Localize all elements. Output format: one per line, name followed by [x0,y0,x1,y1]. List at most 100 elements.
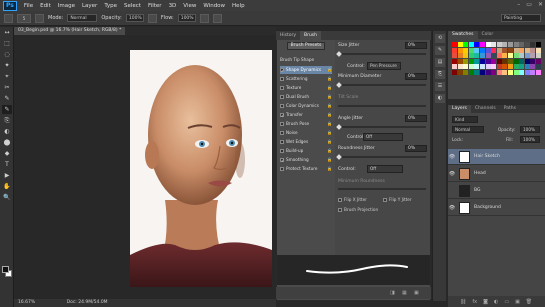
menu-filter[interactable]: Filter [148,3,162,9]
color-swatch[interactable] [485,42,491,47]
color-swatch[interactable] [491,47,497,53]
color-swatch[interactable] [524,64,530,70]
airbrush-icon[interactable] [199,13,209,23]
color-swatch[interactable] [519,47,525,53]
color-swatch[interactable] [513,53,519,59]
color-swatch[interactable] [524,58,530,64]
crop-tool-icon[interactable]: ⌖ [2,72,12,81]
quick-select-tool-icon[interactable]: ✦ [2,61,12,70]
blend-mode-select[interactable]: Normal [452,126,484,133]
adjustments-panel-icon[interactable]: ◐ [435,94,445,103]
color-swatch[interactable] [535,69,541,75]
roundness-jitter-field[interactable]: 0% [405,145,427,152]
color-swatch[interactable] [468,64,474,70]
layer-opacity-field[interactable]: 100% [520,126,540,133]
flip-x-jitter-checkbox[interactable]: Flip X Jitter [338,197,367,202]
brush-option-item[interactable]: ✓ Shape Dynamics 🔒 [280,66,332,74]
clone-stamp-tool-icon[interactable]: ⎘ [2,116,12,125]
brush-tip-shape-item[interactable]: Brush Tip Shape [280,56,332,64]
brush-option-item[interactable]: Dual Brush 🔒 [280,93,332,101]
brush-panel-toggle-icon[interactable] [35,13,44,23]
fill-field[interactable]: 100% [520,136,540,143]
pressure-opacity-icon[interactable] [147,13,157,23]
lock-icon[interactable]: 🔒 [327,84,332,92]
color-swatch[interactable] [530,47,536,53]
brush-option-item[interactable]: Texture 🔒 [280,84,332,92]
color-swatch[interactable] [474,47,480,53]
lock-icon[interactable]: 🔒 [327,138,332,146]
move-tool-icon[interactable]: ↔ [2,28,12,37]
brush-option-checkbox[interactable] [280,104,284,108]
minimum-roundness-slider[interactable] [338,188,426,190]
brush-option-checkbox[interactable] [280,140,284,144]
tab-layers[interactable]: Layers [448,105,471,113]
lock-icon[interactable]: 🔒 [327,102,332,110]
eraser-tool-icon[interactable]: ⬤ [2,138,12,147]
brush-option-checkbox[interactable] [280,77,284,81]
lock-icon[interactable]: 🔒 [327,165,332,173]
color-swatch[interactable] [485,58,491,64]
close-button[interactable]: ✕ [538,1,543,8]
menu-file[interactable]: File [24,3,33,9]
maximize-button[interactable]: ▭ [526,1,532,8]
zoom-tool-icon[interactable]: 🔍 [2,193,12,202]
color-swatch[interactable] [485,69,491,75]
color-swatch[interactable] [530,53,536,59]
color-swatch[interactable] [491,53,497,59]
brush-option-item[interactable]: Wet Edges 🔒 [280,138,332,146]
color-swatch[interactable] [502,69,508,75]
tab-history[interactable]: History [276,31,300,40]
color-swatch[interactable] [452,42,457,47]
history-brush-tool-icon[interactable]: ◐ [2,127,12,136]
marquee-tool-icon[interactable]: ⬚ [2,39,12,48]
color-swatch[interactable] [496,58,502,64]
angle-control-select[interactable]: Off [363,133,403,141]
document-tab[interactable]: 03_Begin.psd @ 16.7% (Hair Sketch, RGB/8… [14,27,126,35]
brush-option-item[interactable]: Scattering 🔒 [280,75,332,83]
color-swatch[interactable] [468,69,474,75]
minimum-diameter-field[interactable]: 0% [405,73,427,80]
color-swatch[interactable] [474,64,480,70]
flip-x-checkbox-box[interactable] [338,197,342,202]
color-swatch[interactable] [463,64,469,70]
color-swatch[interactable] [485,64,491,70]
color-swatch[interactable] [479,58,485,64]
color-swatch[interactable] [463,53,469,59]
layer-row[interactable]: 👁 Hair Sketch [448,149,545,165]
show-grid-icon[interactable]: ▦ [402,290,407,296]
lock-icon[interactable]: 🔒 [327,111,332,119]
visibility-eye-icon[interactable]: 👁 [448,205,456,211]
layer-row[interactable]: 👁 Head [448,166,545,182]
color-swatch[interactable] [463,47,469,53]
menu-help[interactable]: Help [232,3,245,9]
color-swatch[interactable] [530,42,536,47]
brush-option-checkbox[interactable] [280,149,284,153]
lock-icon[interactable]: 🔒 [327,75,332,83]
tab-swatches[interactable]: Swatches [448,31,478,39]
color-swatch[interactable] [485,53,491,59]
color-swatch[interactable] [507,53,513,59]
brush-projection-checkbox-box[interactable] [338,207,342,212]
angle-jitter-slider[interactable] [338,126,426,128]
lock-icon[interactable]: 🔒 [327,120,332,128]
color-swatch[interactable] [452,64,457,70]
brush-option-item[interactable]: Brush Pose 🔒 [280,120,332,128]
brush-option-checkbox[interactable]: ✓ [280,113,284,118]
brush-option-checkbox[interactable] [280,122,284,126]
workspace-select[interactable]: Painting [501,14,541,22]
minimize-button[interactable]: – [517,1,520,8]
lock-icon[interactable]: 🔒 [327,66,332,74]
flow-field[interactable]: 100% [177,14,196,22]
color-swatch[interactable] [452,53,457,59]
lock-icon[interactable]: 🔒 [327,147,332,155]
brush-option-checkbox[interactable]: ✓ [280,158,284,163]
menu-type[interactable]: Type [104,3,117,9]
color-swatch[interactable] [535,47,541,53]
new-group-icon[interactable]: ▭ [504,299,509,305]
menu-window[interactable]: Window [203,3,225,9]
color-swatch[interactable] [457,47,463,53]
pressure-size-icon[interactable] [212,13,222,23]
color-swatch[interactable] [519,64,525,70]
angle-jitter-field[interactable]: 0% [405,115,427,122]
color-swatch[interactable] [496,42,502,47]
